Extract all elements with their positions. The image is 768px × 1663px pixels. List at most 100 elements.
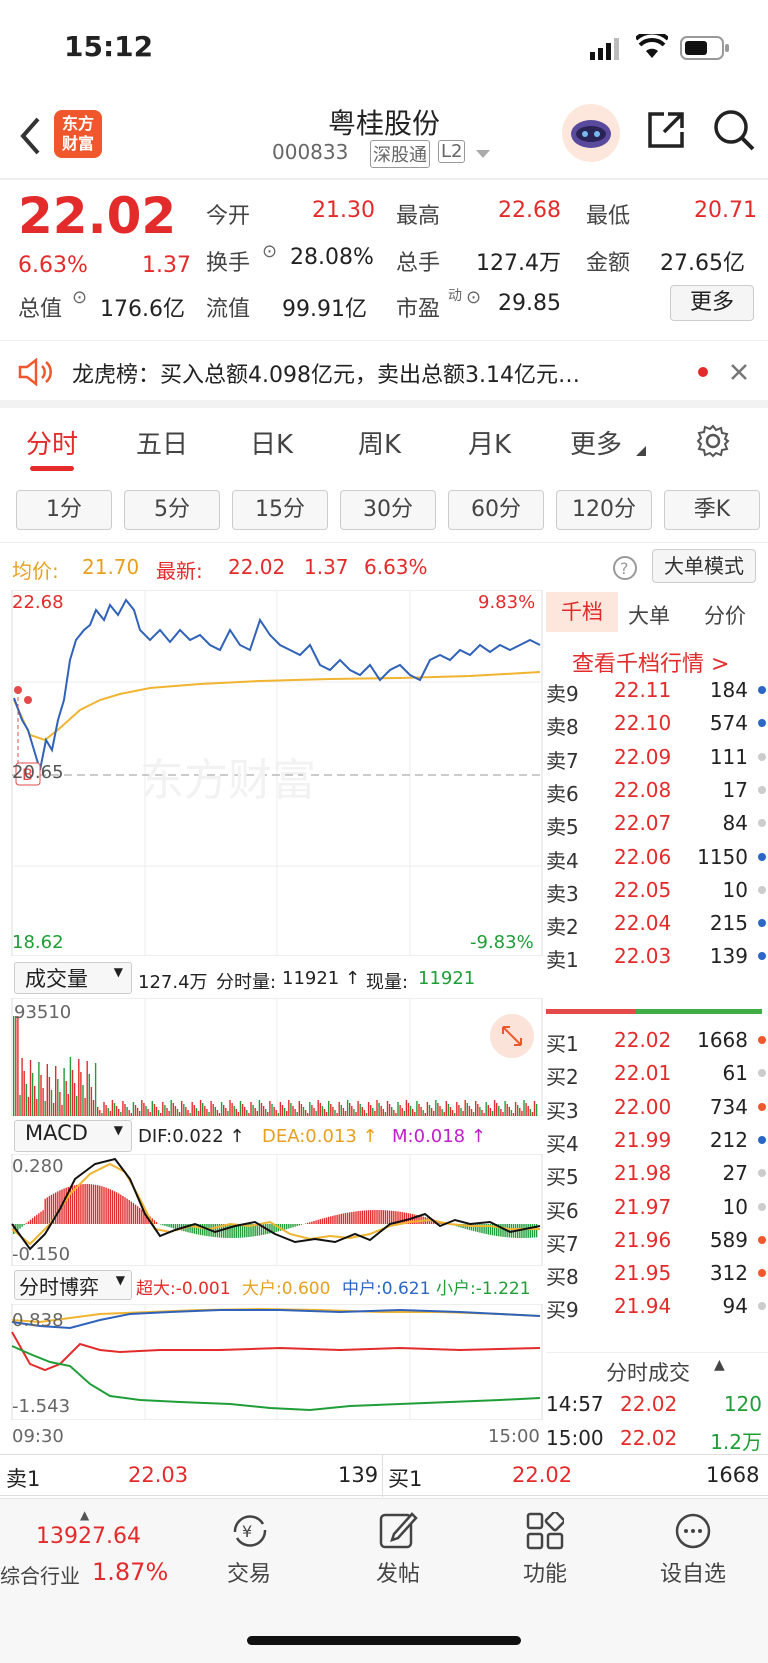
buy-row: 买7 21.96 589 [546,1222,768,1257]
mcap-info-icon[interactable]: ⊙ [72,287,87,308]
ob-tab-price[interactable]: 分价 [704,600,746,630]
trade-icon[interactable]: ¥ [229,1512,271,1550]
tab-5day[interactable]: 五日 [136,424,188,461]
add-favorite-icon[interactable] [674,1512,712,1550]
period-15min[interactable]: 15分 [232,490,328,530]
volume-bar [430,1108,433,1116]
period-1min[interactable]: 1分 [16,490,112,530]
volume-bar [237,1112,240,1116]
volume-bar [378,1103,380,1116]
tab-day-k[interactable]: 日K [250,424,293,461]
tab-week-k[interactable]: 周K [358,424,401,461]
dropdown-icon[interactable] [476,150,490,160]
buy-row: 买4 21.99 212 [546,1122,768,1157]
macd-bar [82,1184,84,1224]
info-dots-icon[interactable]: ⊙ [262,241,277,262]
index-value[interactable]: 13927.64 [36,1524,141,1549]
period-60min[interactable]: 60分 [448,490,544,530]
period-30min[interactable]: 30分 [340,490,436,530]
industry-label: 综合行业 [0,1564,80,1588]
function-grid-icon[interactable] [526,1512,564,1550]
volume-bar [525,1103,527,1116]
price-chart[interactable]: 东方财富 B [0,590,544,956]
ob-tab-thousand[interactable]: 千档 [546,592,618,632]
trade-button[interactable]: 交易 [174,1556,324,1588]
volume-bar [107,1108,109,1116]
ob-level: 卖1 [546,948,579,973]
ob-level: 买7 [546,1231,579,1256]
add-favorite-button[interactable]: 设自选 [618,1556,768,1588]
macd-bar [227,1224,229,1238]
fs-value: 11921 ↑ [282,968,361,989]
home-indicator[interactable] [247,1636,521,1645]
trade-vol: 1.2万 [710,1430,762,1454]
search-icon[interactable] [712,108,756,152]
robot-avatar-icon[interactable] [560,102,622,164]
volume-bar [397,1102,399,1116]
macd-select[interactable]: MACD ▼ [14,1120,132,1152]
ob-volume: 212 [709,1127,748,1152]
ob-tab-big[interactable]: 大单 [628,600,670,630]
volume-bar [147,1109,149,1116]
index-up-icon: ▲ [80,1508,90,1522]
volume-bar [122,1101,124,1116]
ob-dot-icon [758,1302,766,1311]
notice-bar[interactable]: 龙虎榜：买入总额4.098亿元，卖出总额3.14亿元… [0,340,768,408]
volume-bar [193,1105,195,1116]
macd-bar [328,1216,330,1224]
volume-bar [94,1063,97,1116]
macd-chart[interactable] [0,1154,544,1266]
macd-bar [292,1224,294,1228]
volume-bar [409,1106,412,1116]
trade-price: 22.02 [620,1426,678,1450]
help-icon[interactable]: ? [612,555,638,581]
volume-select[interactable]: 成交量 ▼ [14,962,132,994]
macd-bar [336,1214,338,1224]
macd-bar [298,1224,300,1226]
tab-month-k[interactable]: 月K [468,424,511,461]
volume-bar [21,1058,23,1116]
volume-bar [216,1110,219,1116]
volume-bar [187,1110,189,1116]
volume-header: 成交量 ▼ 127.4万 分时量: 11921 ↑ 现量: 11921 [0,960,544,1000]
close-icon[interactable] [730,363,748,381]
volume-bar [439,1106,441,1116]
volume-bar [25,1084,27,1116]
tab-more[interactable]: 更多 [570,424,622,461]
post-icon[interactable] [378,1510,418,1550]
collapse-icon[interactable]: ▲ [714,1357,725,1373]
tag-l2[interactable]: L2 [438,140,466,163]
share-icon[interactable] [646,110,686,150]
volume-bar [132,1102,135,1116]
settings-gear-icon[interactable] [696,424,730,458]
period-120min[interactable]: 120分 [556,490,652,530]
volume-bar [73,1083,76,1116]
period-5min[interactable]: 5分 [124,490,220,530]
boyi-select[interactable]: 分时博弈 ▼ [14,1270,132,1300]
period-season-k[interactable]: 季K [664,490,760,530]
function-button[interactable]: 功能 [470,1556,620,1588]
volume-bar [65,1081,67,1116]
volume-bar [214,1107,216,1116]
macd-bar [531,1224,534,1238]
macd-bar [155,1221,158,1224]
volume-bar [82,1085,84,1116]
best-bid-vol: 1668 [706,1463,760,1487]
macd-bar [521,1224,523,1238]
macd-bar [162,1224,164,1226]
tab-fenshi[interactable]: 分时 [26,424,78,461]
volume-chart[interactable] [0,998,544,1116]
volume-bar [197,1111,200,1116]
select-caret-icon: ▼ [113,965,123,979]
volume-bar [283,1108,286,1116]
boyi-chart[interactable] [0,1304,544,1420]
more-button[interactable]: 更多 [670,285,754,321]
volume-bar [134,1105,137,1116]
sell-row: 卖8 22.10 574 [546,705,768,740]
macd-bar [414,1214,416,1224]
macd-bar [351,1211,353,1224]
open-label: 今开 [206,204,251,229]
pe-info-icon[interactable]: ⊙ [466,287,481,308]
big-order-mode-button[interactable]: 大单模式 [652,549,756,583]
post-button[interactable]: 发帖 [323,1556,473,1588]
